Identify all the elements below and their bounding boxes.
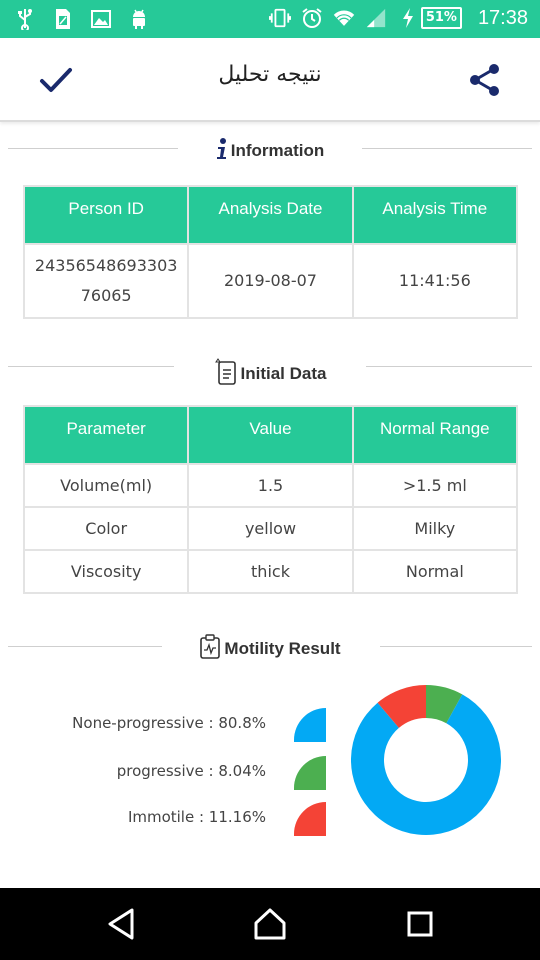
person-id-line: 24356548693303 (34, 256, 178, 275)
column-header: Normal Range (353, 407, 516, 463)
table-row: Viscosity thick Normal (25, 551, 516, 592)
table-row: Volume(ml) 1.5 >1.5 ml (25, 465, 516, 506)
table-cell: Volume(ml) (25, 465, 188, 506)
document-icon (214, 358, 238, 391)
column-header: Person ID (25, 187, 188, 243)
signal-icon (365, 6, 387, 30)
legend-swatch-none-progressive (294, 708, 326, 742)
analysis-time-cell: 11:41:56 (353, 245, 516, 317)
analysis-date-cell: 2019-08-07 (189, 245, 352, 317)
column-header: Value (189, 407, 352, 463)
table-header-row: Person ID Analysis Date Analysis Time (25, 187, 516, 243)
person-id-line: 76065 (80, 286, 132, 305)
column-header: Analysis Date (189, 187, 352, 243)
home-icon[interactable] (252, 906, 288, 942)
legend-label: progressive : 8.04% (116, 762, 266, 780)
table-cell: >1.5 ml (353, 465, 516, 506)
initial-data-header: Initial Data (0, 352, 540, 385)
table-cell: Milky (353, 508, 516, 549)
wifi-icon (333, 6, 355, 30)
clipboard-icon (199, 634, 221, 665)
initial-data-title: Initial Data (240, 363, 327, 383)
battery-indicator: 51% (397, 6, 462, 30)
table-header-row: Parameter Value Normal Range (25, 407, 516, 463)
table-cell: Viscosity (25, 551, 188, 592)
column-header: Parameter (25, 407, 188, 463)
legend-swatch-progressive (294, 756, 326, 790)
share-icon[interactable] (468, 62, 502, 98)
person-id-cell: 24356548693303 76065 (25, 245, 188, 317)
android-icon (128, 7, 150, 31)
status-bar: 51% 17:38 (0, 0, 540, 38)
recents-icon[interactable] (402, 906, 438, 942)
sim-icon (52, 7, 74, 31)
info-icon (216, 138, 228, 165)
information-header: Information (0, 134, 540, 164)
legend-label: None-progressive : 80.8% (72, 714, 266, 732)
motility-header: Motility Result (0, 632, 540, 662)
information-title: Information (230, 140, 325, 160)
back-icon[interactable] (104, 906, 140, 942)
table-cell: 1.5 (189, 465, 352, 506)
clock: 17:38 (477, 6, 528, 29)
battery-level: 51% (420, 7, 462, 29)
table-row: 24356548693303 76065 2019-08-07 11:41:56 (25, 245, 516, 317)
motility-donut-chart (351, 685, 501, 835)
alarm-icon (301, 6, 323, 30)
column-header: Analysis Time (353, 187, 516, 243)
information-table: Person ID Analysis Date Analysis Time 24… (23, 185, 518, 319)
table-cell: Color (25, 508, 188, 549)
page-title: نتیجه تحلیل (218, 62, 322, 87)
motility-title: Motility Result (224, 638, 341, 658)
legend-swatch-immotile (294, 802, 326, 836)
navigation-bar (0, 888, 540, 960)
table-cell: yellow (189, 508, 352, 549)
usb-icon (14, 7, 36, 31)
initial-data-table: Parameter Value Normal Range Volume(ml) … (23, 405, 518, 594)
table-row: Color yellow Milky (25, 508, 516, 549)
app-bar: نتیجه تحلیل (0, 38, 540, 122)
table-cell: Normal (353, 551, 516, 592)
legend-label: Immotile : 11.16% (127, 808, 266, 826)
image-icon (90, 7, 112, 31)
table-cell: thick (189, 551, 352, 592)
charging-icon (397, 6, 419, 30)
vibrate-icon (268, 6, 291, 30)
